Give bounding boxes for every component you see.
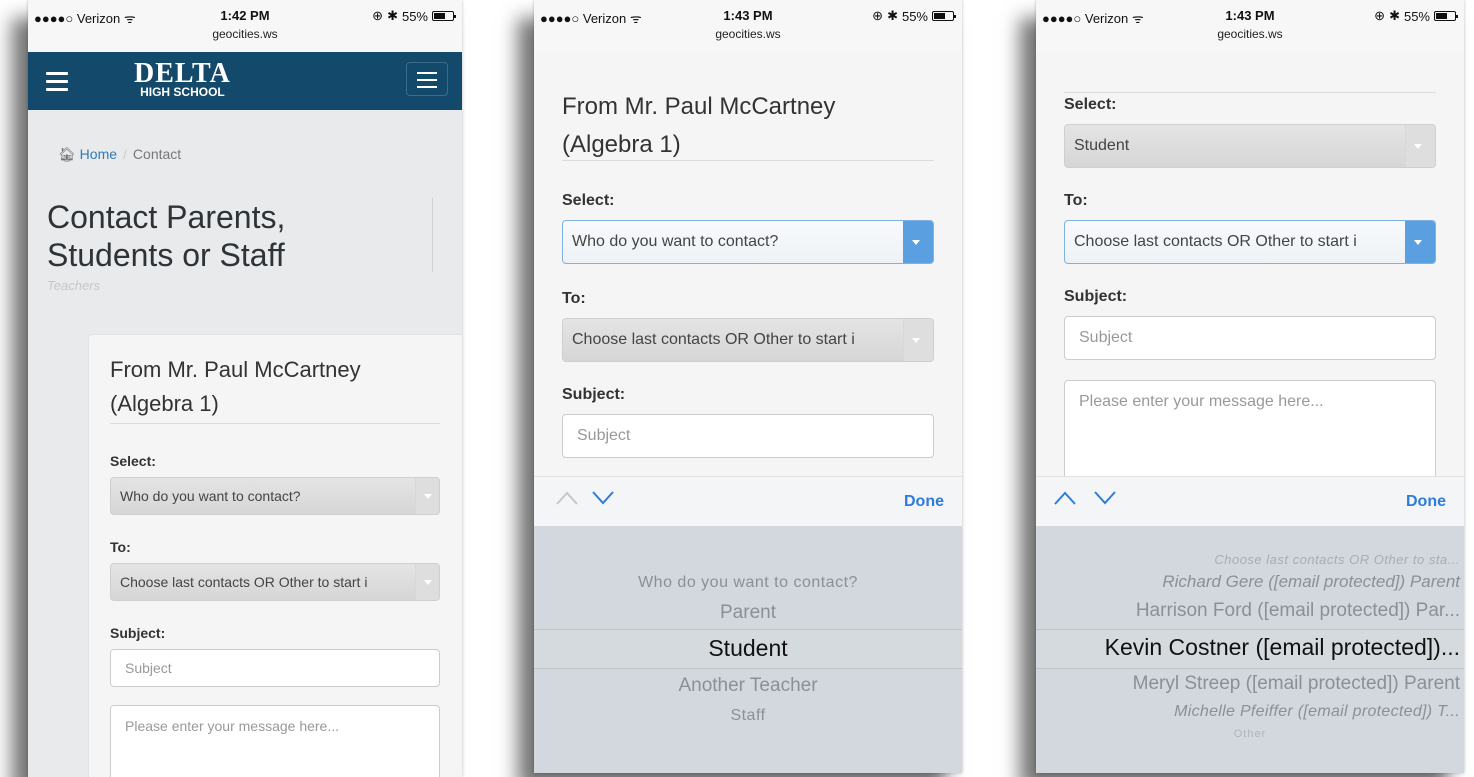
chevron-down-icon[interactable]: [592, 491, 614, 509]
chevron-down-icon: [903, 319, 933, 361]
done-button[interactable]: Done: [1406, 493, 1446, 511]
chevron-down-icon: [1405, 125, 1435, 167]
picker-option[interactable]: Richard Gere ([email protected]) Parent: [1036, 572, 1464, 592]
picker-option[interactable]: Meryl Streep ([email protected]) Parent: [1036, 673, 1464, 695]
message-textarea[interactable]: Please enter your message here...: [110, 705, 440, 777]
picker-option-selected[interactable]: Student: [534, 635, 962, 662]
picker-option[interactable]: Other: [1036, 728, 1464, 740]
to-label: To:: [562, 290, 586, 307]
picker-option[interactable]: Staff: [534, 707, 962, 725]
battery-icon: [432, 11, 456, 21]
keyboard-accessory-bar: Done: [1036, 476, 1464, 526]
status-bar: ●●●●○ Verizon ᯤ 1:43 PM geocities.ws ⊕ ✱…: [1036, 0, 1464, 52]
battery-icon: [932, 11, 956, 21]
bluetooth-icon: ✱: [887, 8, 898, 23]
picker-option[interactable]: Parent: [534, 602, 962, 624]
recipient-type-select[interactable]: Who do you want to contact?: [110, 477, 440, 515]
picker-option[interactable]: Michelle Pfeiffer ([email protected]) T.…: [1036, 703, 1464, 721]
title-divider: [432, 198, 433, 272]
chevron-up-icon[interactable]: [1054, 491, 1076, 509]
recipient-select[interactable]: Choose last contacts OR Other to start i: [562, 318, 934, 362]
heading-divider: [1064, 92, 1436, 93]
status-bar: ●●●●○ Verizon ᯤ 1:42 PM geocities.ws ⊕ ✱…: [28, 0, 462, 52]
form-heading: From Mr. Paul McCartney (Algebra 1): [110, 357, 361, 416]
recipient-type-select[interactable]: Student: [1064, 124, 1436, 168]
breadcrumb-home-link[interactable]: Home: [80, 146, 117, 162]
select-picker-wheel[interactable]: Who do you want to contact? Parent Stude…: [534, 526, 962, 773]
heading-divider: [110, 423, 440, 424]
chevron-down-icon: [903, 221, 933, 263]
contact-form-card: From Mr. Paul McCartney (Algebra 1) Sele…: [88, 334, 462, 777]
subject-input[interactable]: Subject: [562, 414, 934, 458]
chevron-up-icon[interactable]: [556, 491, 578, 509]
orientation-lock-icon: ⊕: [872, 8, 884, 23]
bluetooth-icon: ✱: [1389, 8, 1400, 23]
url-label[interactable]: geocities.ws: [534, 27, 962, 41]
status-right: ⊕ ✱ 55%: [372, 8, 456, 24]
picker-option[interactable]: Who do you want to contact?: [534, 574, 962, 592]
subject-label: Subject:: [1064, 288, 1128, 305]
phone-screenshot-2: ●●●●○ Verizon ᯤ 1:43 PM geocities.ws ⊕ ✱…: [534, 0, 962, 773]
orientation-lock-icon: ⊕: [1374, 8, 1386, 23]
to-label: To:: [1064, 192, 1088, 209]
recipient-select[interactable]: Choose last contacts OR Other to start i: [1064, 220, 1436, 264]
chevron-down-icon: [415, 478, 439, 514]
status-right: ⊕ ✱ 55%: [872, 8, 956, 24]
form-heading: From Mr. Paul McCartney (Algebra 1): [562, 93, 836, 158]
recipient-picker-wheel[interactable]: Choose last contacts OR Other to sta... …: [1036, 526, 1464, 773]
breadcrumb: 🏠︎ Home / Contact: [58, 146, 181, 163]
chevron-down-icon: [415, 564, 439, 600]
phone-screenshot-1: ●●●●○ Verizon ᯤ 1:42 PM geocities.ws ⊕ ✱…: [28, 0, 462, 777]
home-icon: 🏠︎: [58, 146, 76, 162]
menu-icon[interactable]: [46, 72, 68, 96]
subject-label: Subject:: [562, 386, 626, 403]
nav-toggle-button[interactable]: [406, 62, 448, 96]
subject-label: Subject:: [110, 625, 166, 641]
status-bar: ●●●●○ Verizon ᯤ 1:43 PM geocities.ws ⊕ ✱…: [534, 0, 962, 52]
picker-option[interactable]: Choose last contacts OR Other to sta...: [1036, 552, 1464, 567]
picker-option[interactable]: Another Teacher: [534, 675, 962, 697]
keyboard-accessory-bar: Done: [534, 476, 962, 526]
heading-divider: [562, 160, 934, 161]
select-label: Select:: [562, 192, 615, 209]
subject-input[interactable]: Subject: [110, 649, 440, 687]
recipient-select[interactable]: Choose last contacts OR Other to start i: [110, 563, 440, 601]
page-subtitle: Teachers: [47, 278, 100, 293]
url-label[interactable]: geocities.ws: [28, 27, 462, 41]
breadcrumb-current: Contact: [132, 146, 182, 162]
breadcrumb-separator: /: [123, 146, 127, 162]
bluetooth-icon: ✱: [387, 8, 398, 23]
status-right: ⊕ ✱ 55%: [1374, 8, 1458, 24]
phone-screenshot-3: ●●●●○ Verizon ᯤ 1:43 PM geocities.ws ⊕ ✱…: [1036, 0, 1464, 773]
select-label: Select:: [1064, 96, 1117, 113]
done-button[interactable]: Done: [904, 493, 944, 511]
url-label[interactable]: geocities.ws: [1036, 27, 1464, 41]
subject-input[interactable]: Subject: [1064, 316, 1436, 360]
to-label: To:: [110, 539, 131, 555]
orientation-lock-icon: ⊕: [372, 8, 384, 23]
battery-percent: 55%: [1403, 8, 1430, 24]
select-label: Select:: [110, 453, 156, 469]
chevron-down-icon[interactable]: [1094, 491, 1116, 509]
battery-icon: [1434, 11, 1458, 21]
battery-percent: 55%: [401, 8, 428, 24]
picker-option[interactable]: Harrison Ford ([email protected]) Par...: [1036, 600, 1464, 622]
picker-option-selected[interactable]: Kevin Costner ([email protected])...: [1036, 634, 1464, 661]
battery-percent: 55%: [901, 8, 928, 24]
recipient-type-select[interactable]: Who do you want to contact?: [562, 220, 934, 264]
chevron-down-icon: [1405, 221, 1435, 263]
site-logo[interactable]: DELTA HIGH SCHOOL: [134, 60, 231, 99]
page-title: Contact Parents, Students or Staff: [47, 199, 286, 273]
site-navbar: DELTA HIGH SCHOOL: [28, 52, 462, 110]
